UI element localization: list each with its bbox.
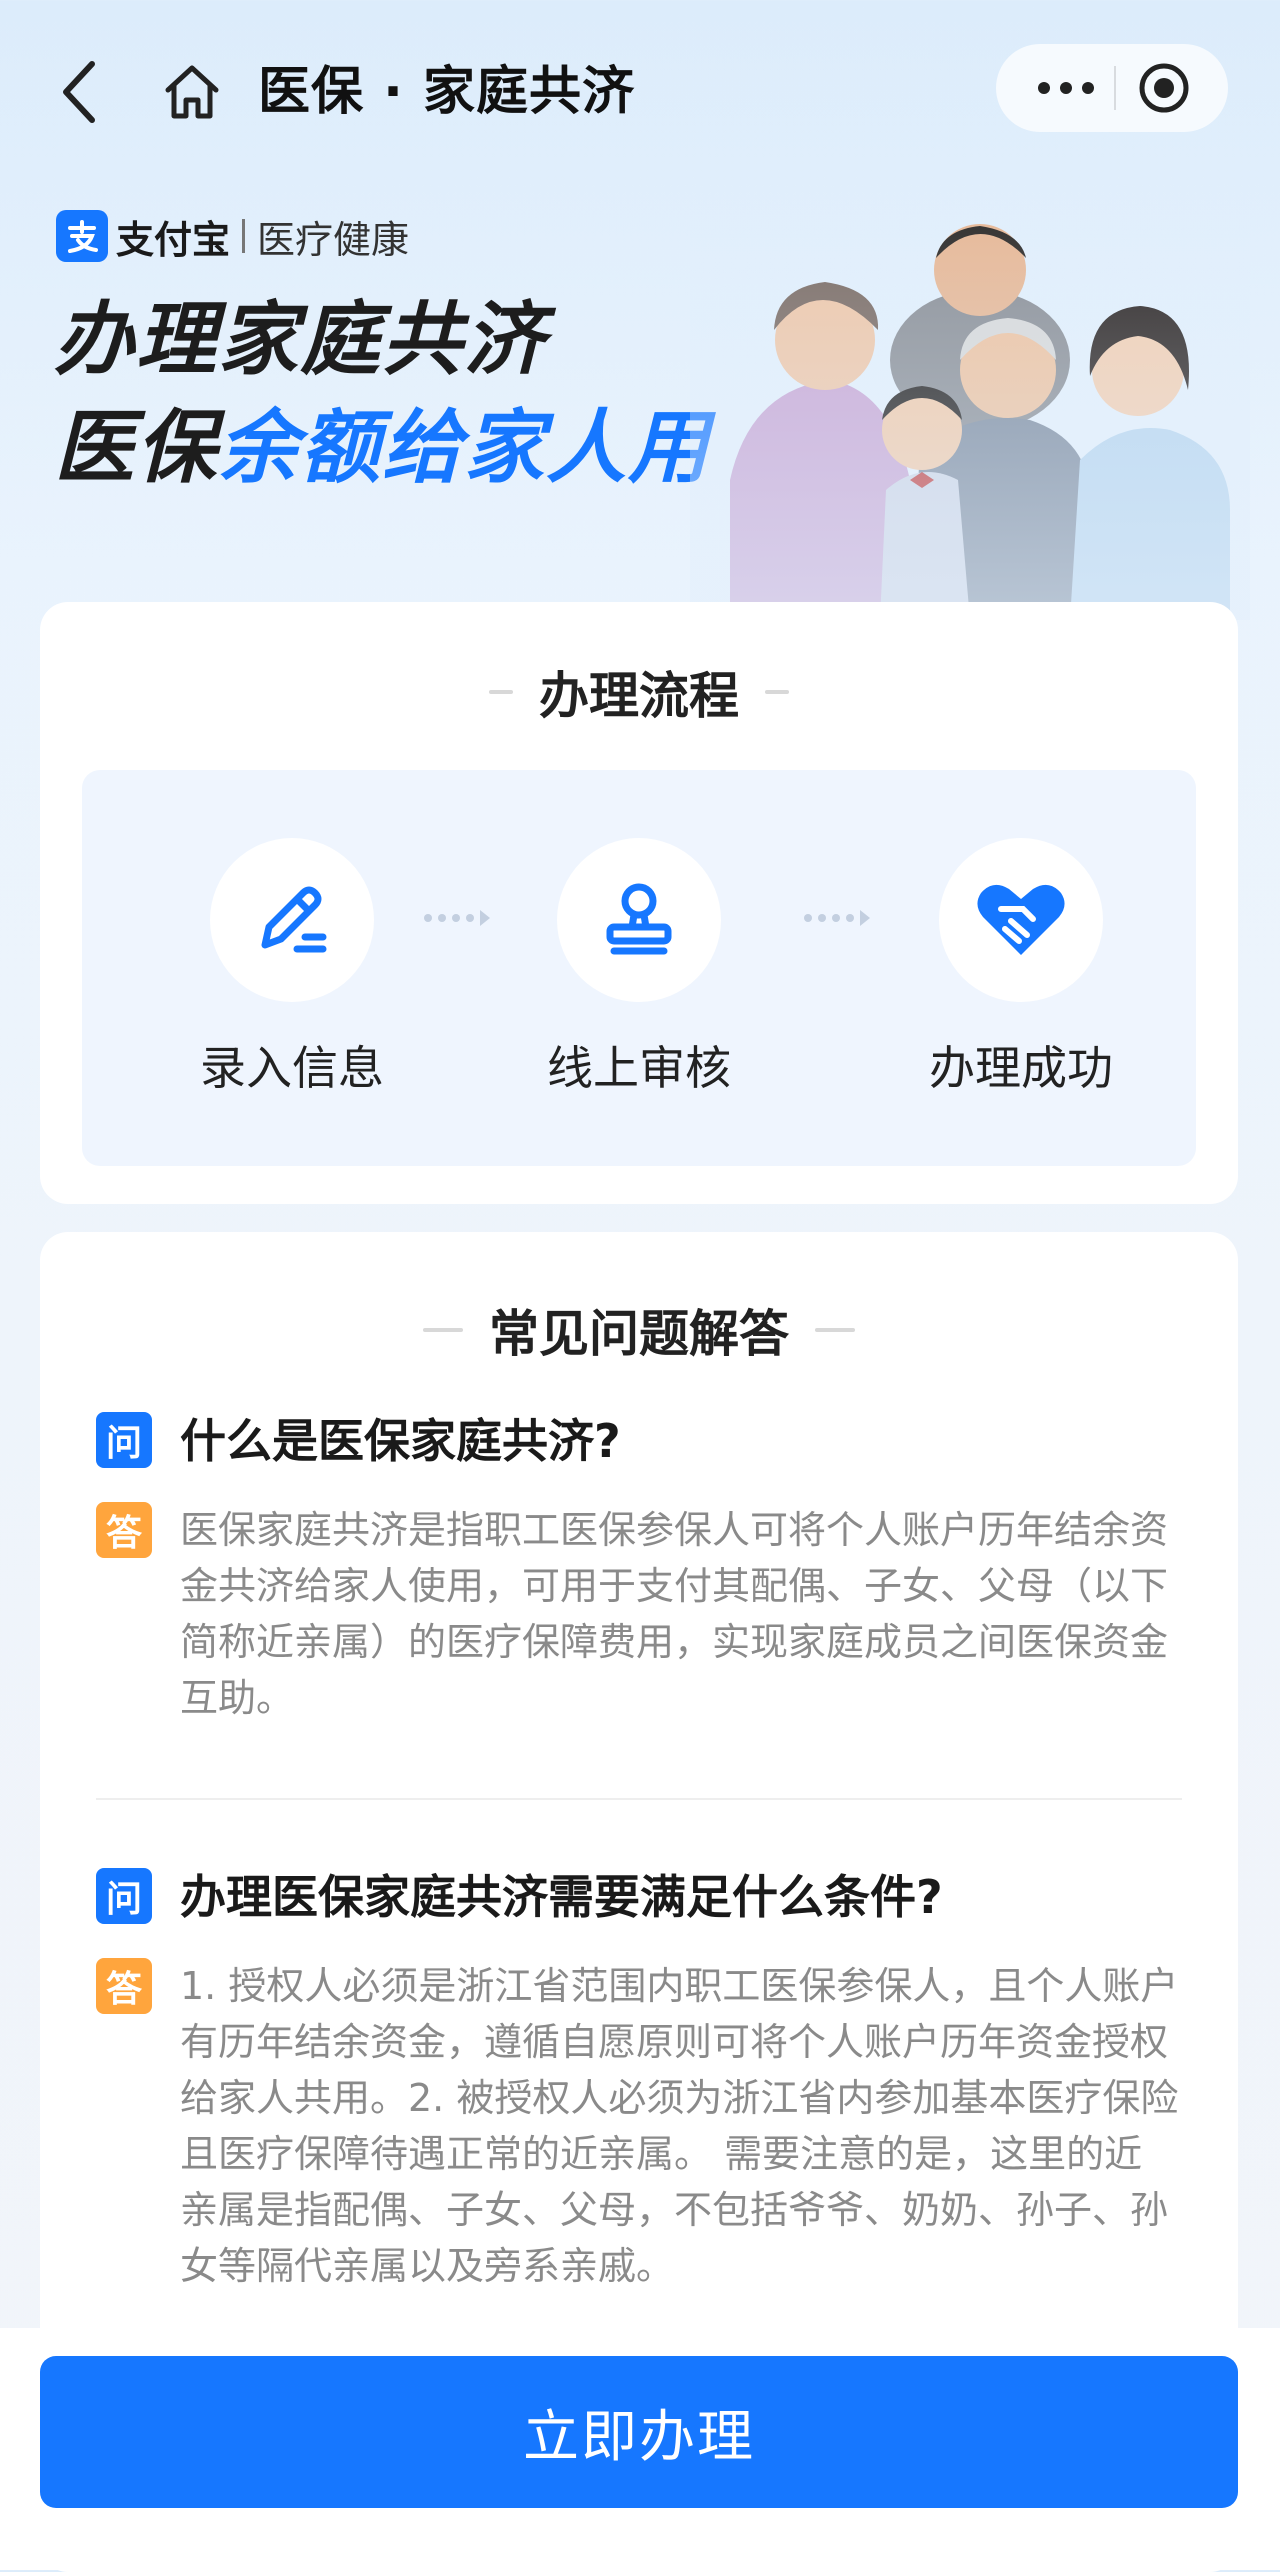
- capsule-divider: [1114, 66, 1116, 110]
- home-icon[interactable]: [160, 60, 224, 124]
- process-steps-panel: 录入信息 线上审核 办理成功: [82, 770, 1196, 1166]
- faq-item-1: 问 什么是医保家庭共济? 答 医保家庭共济是指职工医保参保人可将个人账户历年结余…: [96, 1412, 1206, 1726]
- hero-headline-line1: 办理家庭共济: [54, 293, 546, 386]
- faq-question: 办理医保家庭共济需要满足什么条件?: [180, 1870, 943, 1924]
- process-step-3: 办理成功: [901, 838, 1141, 1098]
- question-tag-icon: 问: [96, 1868, 152, 1924]
- close-target-icon[interactable]: [1136, 60, 1192, 116]
- hero-banner: 支付宝 医疗健康 办理家庭共济 医保余额给家人用: [0, 180, 1280, 620]
- title-dash-left: [423, 1328, 463, 1332]
- title-dash-left: [489, 690, 513, 694]
- faq-title-text: 常见问题解答: [489, 1305, 789, 1363]
- navigation-bar: 医保 · 家庭共济: [0, 0, 1280, 180]
- more-icon[interactable]: [1026, 68, 1106, 108]
- faq-answer: 医保家庭共济是指职工医保参保人可将个人账户历年结余资金共济给家人使用，可用于支付…: [180, 1508, 1169, 1720]
- faq-section-title: 常见问题解答: [40, 1294, 1238, 1366]
- faq-answer-row: 答 医保家庭共济是指职工医保参保人可将个人账户历年结余资金共济给家人使用，可用于…: [96, 1502, 1206, 1726]
- heart-handshake-icon: [977, 884, 1065, 955]
- process-section-title: 办理流程: [40, 656, 1238, 728]
- process-step-2: 线上审核: [519, 838, 759, 1098]
- process-title-text: 办理流程: [539, 667, 739, 725]
- answer-tag-icon: 答: [96, 1502, 152, 1558]
- step-3-label: 办理成功: [929, 1041, 1113, 1095]
- faq-question-row: 问 什么是医保家庭共济?: [96, 1412, 1206, 1476]
- title-dash-right: [815, 1328, 855, 1332]
- brand-divider: [242, 219, 246, 253]
- faq-question-row: 问 办理医保家庭共济需要满足什么条件?: [96, 1868, 1206, 1932]
- faq-item-2: 问 办理医保家庭共济需要满足什么条件? 答 1. 授权人必须是浙江省范围内职工医…: [96, 1868, 1206, 2294]
- hero-headline-line2: 医保余额给家人用: [54, 398, 710, 498]
- answer-tag-icon: 答: [96, 1958, 152, 2014]
- back-arrow-icon[interactable]: [52, 52, 112, 132]
- step-2-icon-circle: [557, 838, 721, 1002]
- question-tag-icon: 问: [96, 1412, 152, 1468]
- page-title: 医保 · 家庭共济: [258, 62, 635, 122]
- family-photo-illustration: [690, 180, 1250, 620]
- brand-subtitle: 医疗健康: [257, 217, 410, 262]
- faq-divider: [96, 1798, 1182, 1800]
- brand-name: 支付宝: [116, 217, 231, 262]
- edit-pen-icon: [261, 886, 327, 953]
- alipay-logo-icon: [56, 210, 108, 262]
- title-dash-right: [765, 690, 789, 694]
- step-2-label: 线上审核: [547, 1041, 731, 1095]
- step-1-label: 录入信息: [200, 1041, 384, 1095]
- brand-row: 支付宝 医疗健康: [56, 208, 409, 264]
- step-1-icon-circle: [210, 838, 374, 1002]
- stamp-icon: [606, 883, 672, 955]
- faq-question: 什么是医保家庭共济?: [180, 1414, 621, 1468]
- faq-answer-row: 答 1. 授权人必须是浙江省范围内职工医保参保人，且个人账户有历年结余资金，遵循…: [96, 1958, 1206, 2294]
- mini-program-capsule: [996, 44, 1228, 132]
- bottom-action-bar: 立即办理: [0, 2328, 1280, 2570]
- step-3-icon-circle: [939, 838, 1103, 1002]
- step-arrow-2-icon: [804, 910, 870, 926]
- hero-headline-highlight: 余额给家人用: [218, 401, 710, 494]
- step-arrow-1-icon: [424, 910, 490, 926]
- faq-answer: 1. 授权人必须是浙江省范围内职工医保参保人，且个人账户有历年结余资金，遵循自愿…: [180, 1964, 1179, 2288]
- process-step-1: 录入信息: [172, 838, 412, 1098]
- process-card: 办理流程 录入信息 线上审核 办理成功: [40, 602, 1238, 1204]
- hero-headline-prefix: 医保: [54, 401, 218, 494]
- apply-now-button[interactable]: 立即办理: [40, 2356, 1238, 2508]
